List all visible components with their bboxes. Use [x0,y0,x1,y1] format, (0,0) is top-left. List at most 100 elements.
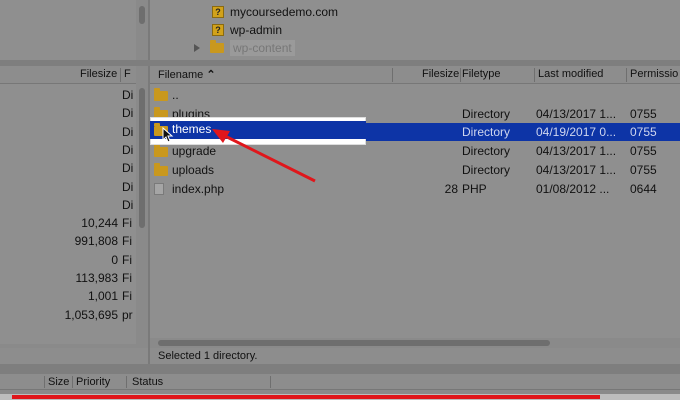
column-header-size[interactable]: Size [48,376,69,388]
cell-perms: 0755 [630,125,657,140]
list-item[interactable]: Di [0,104,136,122]
scroll-thumb[interactable] [139,88,145,228]
file-size: 113,983 [75,271,119,285]
file-type: pr [122,307,133,322]
sort-ascending-icon: ⌃ [206,69,216,81]
folder-icon [154,88,168,101]
cell-modified: 04/19/2017 0... [536,125,617,140]
cell-type: Directory [462,144,511,159]
scroll-thumb[interactable] [139,6,145,24]
table-row[interactable]: .. [150,86,680,104]
column-header-filetype[interactable]: F [124,68,131,80]
file-icon [154,182,164,195]
file-type: Di [122,88,134,102]
column-header-filetype[interactable]: Filetype [462,68,501,80]
list-item[interactable]: Di [0,159,136,177]
column-header-priority[interactable]: Priority [76,376,110,388]
column-separator[interactable] [44,376,45,388]
selected-file-name[interactable]: themes [172,122,211,136]
column-header-last-modified[interactable]: Last modified [538,68,603,80]
cell-size: 28 [444,181,458,196]
list-item[interactable]: Di [0,86,136,104]
list-item[interactable]: 1,053,695 pr [0,306,136,324]
file-type: Di [122,124,134,139]
column-header-filename[interactable]: Filename ⌃ [158,68,216,81]
file-name: uploads [172,162,215,177]
column-separator[interactable] [626,68,627,82]
remote-tree-pane[interactable]: ? mycoursedemo.com ? wp-admin wp-content [150,0,680,60]
file-type: Di [122,179,134,194]
tree-item-wp-admin[interactable]: ? wp-admin [212,21,282,39]
status-text: Selected 1 directory. [158,350,258,362]
cell-perms: 0755 [630,162,657,177]
column-header-permissions[interactable]: Permissio [630,68,678,80]
tree-item-label: wp-admin [230,23,283,37]
cell-modified: 04/13/2017 1... [536,144,617,159]
folder-icon [154,162,168,176]
file-name: index.php [172,181,225,196]
list-item[interactable]: Di [0,178,136,196]
column-header-status[interactable]: Status [132,376,163,388]
cell-modified: 04/13/2017 1... [536,106,617,121]
file-size: 991,808 [74,234,118,249]
file-type: Di [122,161,134,176]
column-separator[interactable] [534,68,535,82]
file-name: upgrade [172,144,217,159]
folder-icon [154,144,168,158]
question-folder-icon: ? [212,24,224,36]
file-type: Fi [122,289,132,304]
file-size: 0 [111,252,118,267]
file-name: .. [172,88,179,102]
file-type: Fi [122,234,132,249]
tree-item-mycoursedemo[interactable]: ? mycoursedemo.com [212,3,338,21]
cell-type: Directory [462,106,511,121]
local-list-header: Filesize F [0,66,136,84]
remote-list-hscrollbar[interactable] [150,338,680,348]
list-item[interactable]: 10,244 Fi [0,214,136,232]
scroll-thumb[interactable] [158,340,550,346]
list-item[interactable]: Di [0,141,136,159]
table-row[interactable]: index.php 28 PHP 01/08/2012 ... 0644 [150,180,680,198]
table-row[interactable]: uploads Directory 04/13/2017 1... 0755 [150,161,680,179]
list-item[interactable]: Di [0,196,136,214]
column-separator[interactable] [270,376,271,388]
column-separator[interactable] [460,68,461,82]
list-item[interactable]: 0 Fi [0,251,136,269]
video-progress-fill [12,395,600,399]
remote-list-header: Filename ⌃ Filesize Filetype Last modifi… [150,66,680,84]
cell-type: Directory [462,125,511,140]
list-item[interactable]: 1,001 Fi [0,287,136,305]
list-item[interactable]: 113,983 Fi [0,269,136,287]
file-type: Fi [122,271,132,285]
cell-modified: 01/08/2012 ... [536,181,610,196]
tree-item-label: mycoursedemo.com [230,5,339,19]
column-separator[interactable] [126,376,127,388]
local-file-list[interactable]: Di Di Di Di Di Di Di 10,244 Fi 991,808 Fi 0 Fi 113,98… [0,84,136,344]
file-size: 1,053,695 [64,307,118,322]
queue-splitter[interactable] [0,364,680,374]
local-status-bar [0,348,148,364]
local-tree-scrollbar[interactable] [136,0,148,60]
column-header-filesize[interactable]: Filesize [422,68,459,80]
column-header-filesize[interactable]: Filesize [80,68,117,80]
file-type: Fi [122,216,132,231]
expand-triangle-icon[interactable] [194,44,200,52]
folder-icon [210,40,224,53]
list-item[interactable]: 991,808 Fi [0,232,136,250]
local-list-scrollbar[interactable] [136,84,148,344]
transfer-queue-header: Size Priority Status [0,374,680,390]
cell-modified: 04/13/2017 1... [536,162,617,177]
column-separator[interactable] [72,376,73,388]
cell-type: PHP [462,181,487,196]
file-type: Fi [122,252,132,267]
column-separator[interactable] [120,68,121,82]
cell-perms: 0644 [630,181,657,196]
list-item[interactable]: Di [0,123,136,141]
tree-item-wp-content[interactable]: wp-content [194,39,295,57]
column-separator[interactable] [392,68,393,82]
mouse-cursor-icon [162,127,174,143]
local-tree-pane[interactable] [0,0,136,60]
file-size: 10,244 [81,216,118,231]
file-size: 1,001 [87,289,118,304]
question-folder-icon: ? [212,6,224,18]
